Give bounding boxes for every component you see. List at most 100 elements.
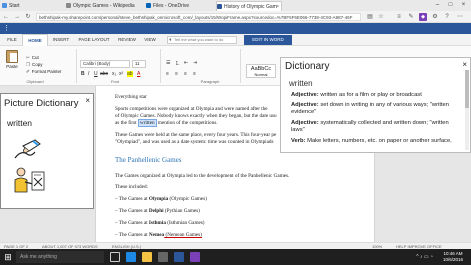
- clock[interactable]: 10:46 AM 10/6/2016: [443, 251, 463, 263]
- selected-word[interactable]: written: [137, 119, 157, 127]
- cortana-search-box[interactable]: Ask me anything: [16, 251, 104, 263]
- task-view-icon[interactable]: [110, 252, 120, 262]
- tab-onedrive[interactable]: Files - OneDrive: [146, 1, 206, 11]
- style-name: Normal: [254, 72, 268, 77]
- separator: [160, 49, 161, 83]
- tab-start[interactable]: Start: [2, 1, 32, 11]
- list-item: – The Games at Olympia (Olympic Games): [115, 196, 207, 203]
- status-bar: PAGE 1 OF 2 ABOUT 1,007 OF 973 WORDS ENG…: [0, 242, 471, 249]
- scrollbar[interactable]: [465, 70, 469, 150]
- tab-label: History of Olympic Gam: [224, 4, 277, 10]
- windows-start-icon[interactable]: ⊞: [3, 252, 13, 262]
- back-icon[interactable]: ←: [2, 13, 10, 21]
- numbering-button[interactable]: ⒈: [175, 60, 180, 67]
- align-left-button[interactable]: ≡: [166, 71, 169, 77]
- hub-icon[interactable]: ≡: [395, 13, 403, 21]
- app-launcher-icon[interactable]: ⋮: [2, 24, 11, 33]
- style-normal[interactable]: AaBbCc Normal: [246, 64, 276, 78]
- word-icon: [217, 4, 222, 9]
- close-window-button[interactable]: ×: [457, 0, 470, 11]
- picture-dictionary-panel: Picture Dictionary × written: [0, 93, 94, 209]
- close-tab-icon[interactable]: ×: [276, 2, 279, 11]
- tab-review[interactable]: REVIEW: [115, 34, 139, 46]
- tab-view[interactable]: VIEW: [140, 34, 160, 46]
- windows-taskbar: ⊞ Ask me anything ^ ♪ ▭ ◔ 10:46 AM 10/6/…: [0, 249, 471, 265]
- definition-text: written as for a film or play or broadca…: [318, 92, 422, 98]
- close-icon[interactable]: ×: [462, 60, 467, 69]
- minimize-button[interactable]: –: [431, 0, 444, 11]
- strikethrough-button[interactable]: abc: [100, 71, 108, 77]
- paste-button[interactable]: Paste: [3, 50, 21, 74]
- superscript-button[interactable]: x²: [119, 71, 123, 77]
- extension-icon[interactable]: ◆: [419, 13, 427, 21]
- cut-button[interactable]: ✂ Cut: [26, 54, 39, 61]
- lightbulb-icon: ♦: [169, 37, 172, 43]
- subscript-button[interactable]: x₂: [112, 71, 116, 77]
- explorer-icon[interactable]: [142, 252, 152, 262]
- underline-button[interactable]: U: [94, 71, 98, 77]
- tab-history-olympic[interactable]: History of Olympic Gam ×: [216, 1, 282, 11]
- doc-text: mention of the competitions.: [156, 120, 218, 126]
- url-field[interactable]: bethshipak-my.sharepoint.com/personal/st…: [36, 13, 361, 21]
- address-bar-row: ← → ↻ bethshipak-my.sharepoint.com/perso…: [0, 11, 471, 23]
- clock-date: 10/6/2016: [442, 257, 463, 262]
- word-icon[interactable]: [174, 252, 184, 262]
- font-color-button[interactable]: A: [137, 71, 140, 77]
- panel-title: Dictionary: [285, 61, 330, 72]
- copy-button[interactable]: ❐ Copy: [26, 61, 43, 68]
- tab-insert[interactable]: INSERT: [49, 34, 73, 46]
- cut-label: Cut: [31, 55, 39, 60]
- part-of-speech: Adjective:: [291, 102, 319, 108]
- reading-view-icon[interactable]: ▤: [366, 13, 374, 21]
- separator: [240, 49, 241, 83]
- bold-button[interactable]: B: [81, 71, 85, 77]
- font-name-dropdown[interactable]: Calibri (Body): [80, 60, 130, 68]
- format-painter-button[interactable]: ✐ Format Painter: [26, 68, 62, 75]
- start-tab-icon: [2, 3, 7, 8]
- help-icon[interactable]: ?: [443, 13, 451, 21]
- clipboard-group-label: Clipboard: [26, 79, 44, 84]
- tell-me-search[interactable]: ♦ Tell me what you want to do: [167, 36, 237, 44]
- list-place: Delphi: [148, 208, 164, 214]
- increase-indent-button[interactable]: ⇥: [193, 60, 197, 66]
- decrease-indent-button[interactable]: ⇤: [184, 60, 188, 66]
- forward-icon[interactable]: →: [13, 13, 21, 21]
- italic-button[interactable]: I: [88, 71, 89, 77]
- tell-me-placeholder: Tell me what you want to do: [174, 37, 224, 42]
- maximize-button[interactable]: □: [444, 0, 457, 11]
- tab-label: Files - OneDrive: [153, 3, 190, 9]
- part-of-speech: Verb:: [291, 138, 306, 144]
- definition: Adjective: written as for a film or play…: [291, 92, 463, 99]
- definition-text: Make letters, numbers, etc. on paper or …: [305, 138, 452, 144]
- word-app-bar: ⋮: [0, 23, 471, 34]
- edge-icon[interactable]: [126, 252, 136, 262]
- panel-title: Picture Dictionary: [4, 98, 79, 109]
- font-size-dropdown[interactable]: 11: [132, 60, 146, 68]
- bullets-button[interactable]: ☰: [166, 60, 170, 66]
- highlight-button[interactable]: ab: [127, 71, 133, 77]
- edit-in-word-button[interactable]: EDIT IN WORD: [244, 35, 292, 45]
- part-of-speech: Adjective:: [291, 92, 319, 98]
- tab-home[interactable]: HOME: [22, 34, 48, 46]
- search-placeholder: Ask me anything: [20, 254, 57, 260]
- notes-icon[interactable]: ✎: [407, 13, 415, 21]
- align-center-button[interactable]: ≡: [175, 71, 178, 77]
- more-icon[interactable]: ⋯: [456, 13, 464, 21]
- list-item: – The Games at Delphi (Pythian Games): [115, 208, 200, 215]
- favorite-star-icon[interactable]: ☆: [377, 13, 385, 21]
- align-right-button[interactable]: ≡: [184, 71, 187, 77]
- font-group-label: Font: [110, 79, 119, 84]
- settings-gear-icon[interactable]: ⚙: [431, 13, 439, 21]
- store-icon[interactable]: [158, 252, 168, 262]
- list-item: – The Games at Nemea (Nemean Games): [115, 232, 202, 239]
- onenote-icon[interactable]: [190, 252, 200, 262]
- definition: Verb: Make letters, numbers, etc. on pap…: [291, 138, 463, 145]
- tab-olympic-wikipedia[interactable]: Olympic Games - Wikipedia: [66, 1, 136, 11]
- tab-page-layout[interactable]: PAGE LAYOUT: [74, 34, 114, 46]
- tab-file[interactable]: FILE: [3, 34, 21, 46]
- justify-button[interactable]: ≡: [193, 71, 196, 77]
- close-icon[interactable]: ×: [85, 96, 90, 105]
- person-writing-icon: [14, 167, 45, 193]
- system-tray[interactable]: ^ ♪ ▭ ◔: [416, 252, 433, 262]
- refresh-icon[interactable]: ↻: [24, 13, 32, 21]
